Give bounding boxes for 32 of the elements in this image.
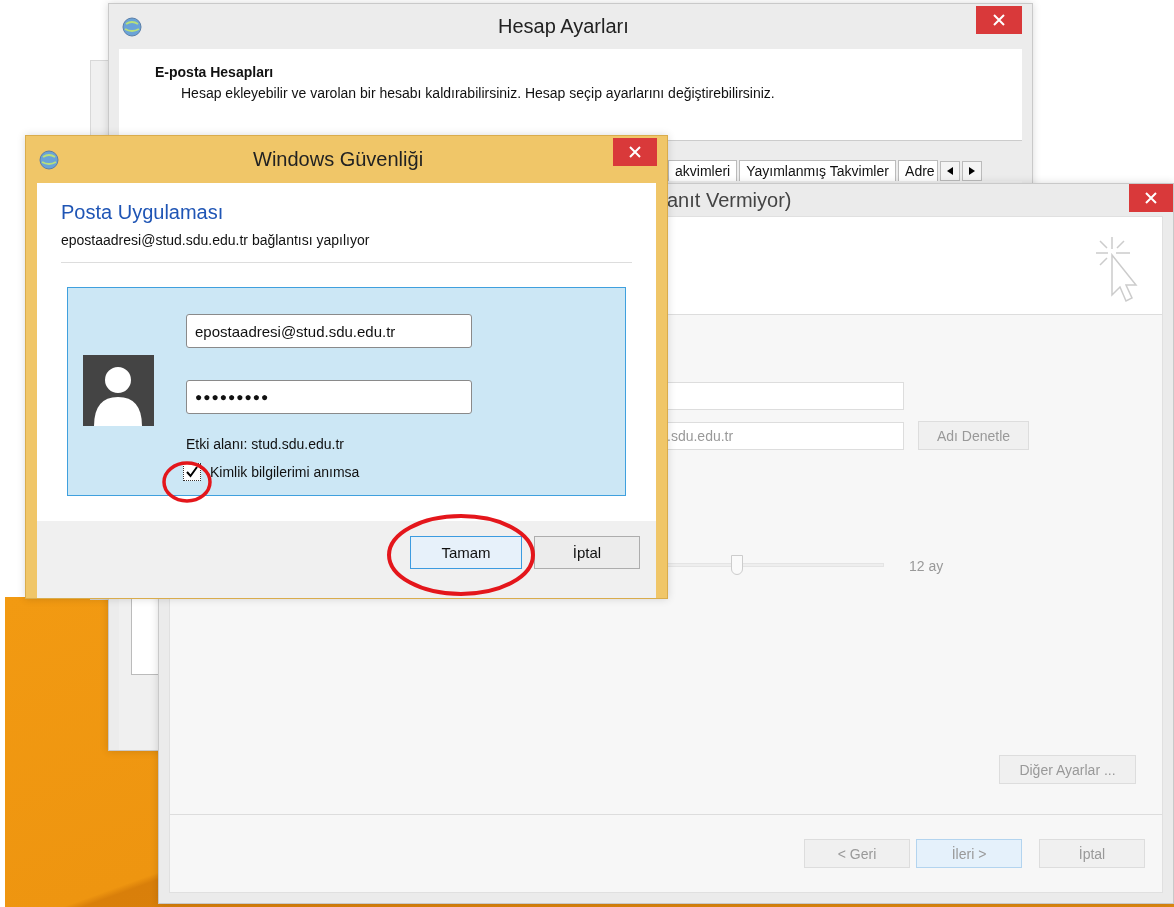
window-title: Hesap Ayarları: [498, 15, 629, 38]
user-silhouette-icon: [83, 355, 154, 426]
section-heading: E-posta Hesapları: [155, 64, 275, 80]
password-field[interactable]: ●●●●●●●●●: [186, 380, 472, 414]
close-icon: [629, 146, 641, 158]
annotation-ellipse: [162, 460, 212, 504]
tab[interactable]: Yayımlanmış Takvimler: [739, 160, 896, 181]
dialog-button[interactable]: İptal: [534, 536, 640, 569]
close-button[interactable]: [976, 6, 1022, 34]
globe-icon: [121, 15, 143, 38]
slider-reading: 12 ay: [909, 558, 944, 574]
connection-message: epostaadresi@stud.sdu.edu.tr bağlantısı yapılıyor: [61, 232, 632, 263]
scroll-right-button[interactable]: [961, 161, 982, 181]
triangle-right-icon: [968, 167, 975, 175]
triangle-left-icon: [946, 167, 953, 175]
window-title: Windows Güvenliği: [253, 148, 424, 171]
window-title: anıt Vermiyor): [667, 188, 792, 212]
username-field[interactable]: epostaadresi@stud.sdu.edu.tr: [186, 314, 472, 348]
close-icon: [1145, 192, 1157, 204]
dialog-button[interactable]: Tamam: [410, 536, 522, 569]
close-icon: [993, 14, 1005, 26]
globe-icon: [38, 148, 60, 171]
checkbox-label: Kimlik bilgilerimi anımsa: [210, 464, 360, 480]
tab[interactable]: Adre: [897, 160, 938, 181]
section-description: Hesap ekleyebilir ve varolan bir hesabı kaldırabilirsiniz. Hesap seçip ayarlarını değiştirebilirsiniz.: [180, 85, 776, 101]
close-button[interactable]: [1129, 184, 1173, 212]
app-name: Posta Uygulaması: [61, 201, 225, 224]
scroll-left-button[interactable]: [939, 161, 960, 181]
close-button[interactable]: [613, 138, 657, 166]
domain-label: Etki alanı: stud.sdu.edu.tr: [186, 436, 345, 452]
slider-thumb[interactable]: [731, 555, 744, 575]
tab[interactable]: akvimleri: [668, 160, 738, 181]
